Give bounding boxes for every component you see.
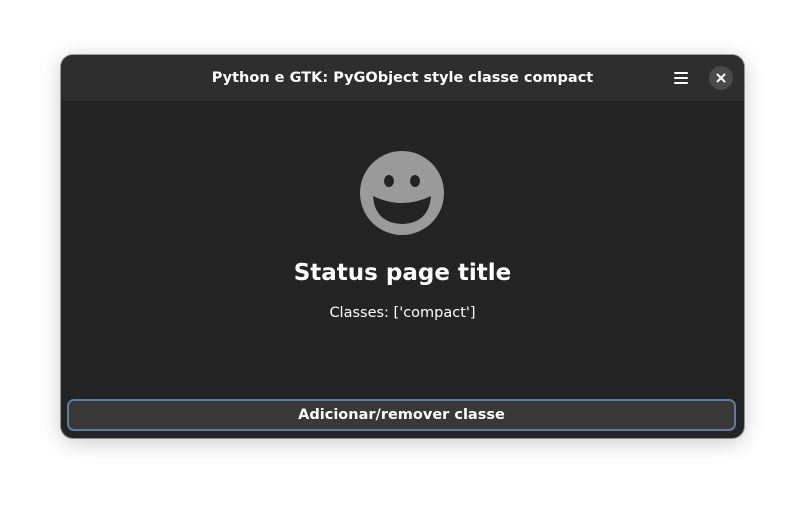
status-page-description: Classes: ['compact'] — [329, 305, 476, 321]
status-page-title: Status page title — [293, 260, 512, 286]
status-page: Status page title Classes: ['compact'] — [61, 102, 744, 392]
header-bar: Python e GTK: PyGObject style classe com… — [61, 55, 744, 102]
window-title: Python e GTK: PyGObject style classe com… — [211, 70, 594, 86]
main-menu-button[interactable] — [665, 63, 697, 93]
app-window: Python e GTK: PyGObject style classe com… — [61, 55, 744, 438]
close-button[interactable] — [709, 66, 733, 90]
close-icon — [716, 73, 726, 83]
smiley-face-icon — [360, 151, 444, 235]
toggle-class-button[interactable]: Adicionar/remover classe — [67, 399, 736, 431]
